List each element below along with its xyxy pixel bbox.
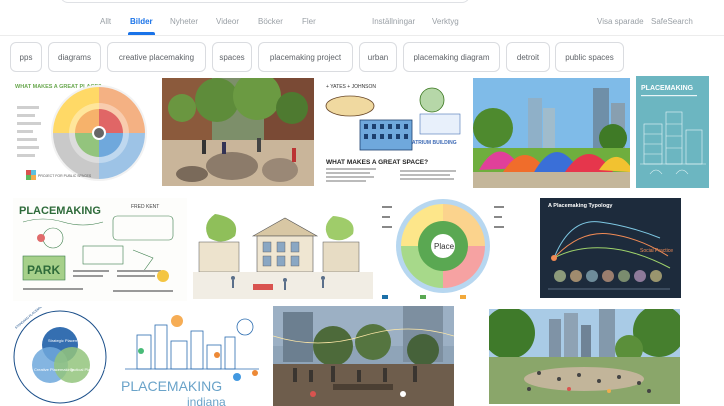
typology-label: Social Practice: [640, 248, 673, 254]
wheel-diagram-image: WHAT MAKES A GREAT PLACE? PROJECT FOR PU…: [15, 84, 147, 181]
wheel-brand: PROJECT FOR PUBLIC SPACES: [38, 174, 92, 178]
result-graphic-recording[interactable]: PLACEMAKING FRED KENT PARK: [13, 198, 187, 301]
tabs-divider: [0, 35, 724, 36]
recording-author: FRED KENT: [131, 204, 159, 210]
tab-videos[interactable]: Videor: [216, 17, 239, 35]
chip-urban[interactable]: urban: [359, 42, 397, 72]
venn-diagram-image: STANDARD PLACEMAKING Strategic Placemaki…: [10, 307, 110, 406]
sketch-notes-image: + YATES + JOHNSON ATRIUM BUILDING WHAT M…: [320, 78, 467, 188]
chip-public-spaces[interactable]: public spaces: [555, 42, 624, 72]
venn-b: Creative Placemaking: [34, 367, 73, 372]
search-box-edge[interactable]: [60, 0, 470, 3]
typology-image: A Placemaking Typology Social Practice: [540, 198, 681, 298]
result-placemaking-indiana[interactable]: PLACEMAKING indiana: [117, 307, 267, 406]
top-navigation: Allt Bilder Nyheter Videor Böcker Fler I…: [0, 0, 724, 36]
result-place-diagram[interactable]: Place: [380, 196, 506, 302]
tab-all[interactable]: Allt: [100, 17, 111, 35]
indiana-word1: PLACEMAKING: [121, 378, 222, 394]
tab-images[interactable]: Bilder: [128, 17, 155, 35]
result-typology[interactable]: A Placemaking Typology Social Practice: [540, 198, 681, 298]
recording-park: PARK: [27, 263, 60, 277]
book-cover-image: PLACEMAKING: [636, 76, 709, 188]
result-sketch-notes[interactable]: + YATES + JOHNSON ATRIUM BUILDING WHAT M…: [320, 78, 467, 188]
typology-title: A Placemaking Typology: [548, 203, 613, 209]
chip-pps[interactable]: pps: [10, 42, 42, 72]
result-street-sketch[interactable]: [193, 196, 373, 299]
chip-detroit[interactable]: detroit: [506, 42, 550, 72]
result-pavilion-photo[interactable]: [473, 78, 630, 188]
place-diagram-image: Place: [380, 196, 506, 302]
chip-placemaking-diagram[interactable]: placemaking diagram: [403, 42, 500, 72]
chip-spaces[interactable]: spaces: [212, 42, 252, 72]
chip-diagrams[interactable]: diagrams: [48, 42, 101, 72]
recording-title: PLACEMAKING: [19, 205, 101, 217]
graphic-recording-image: PLACEMAKING FRED KENT PARK: [13, 198, 187, 301]
sketch-tag: ATRIUM BUILDING: [412, 140, 457, 146]
result-placemaking-book[interactable]: PLACEMAKING: [636, 76, 709, 188]
result-plaza-photo[interactable]: [162, 78, 314, 186]
sketch-header: + YATES + JOHNSON: [326, 84, 376, 90]
chip-placemaking-project[interactable]: placemaking project: [258, 42, 353, 72]
pavilion-photo-image: [473, 78, 630, 188]
result-night-plaza-photo[interactable]: [273, 306, 454, 406]
tab-news[interactable]: Nyheter: [170, 17, 198, 35]
result-wheel-diagram[interactable]: WHAT MAKES A GREAT PLACE? PROJECT FOR PU…: [13, 78, 156, 186]
place-center-label: Place: [434, 242, 455, 251]
result-venn-diagram[interactable]: STANDARD PLACEMAKING Strategic Placemaki…: [10, 307, 110, 406]
night-plaza-image: [273, 306, 454, 406]
indiana-word2: indiana: [187, 395, 226, 406]
chip-creative-placemaking[interactable]: creative placemaking: [107, 42, 206, 72]
tab-tools[interactable]: Verktyg: [432, 17, 459, 35]
book-title: PLACEMAKING: [641, 85, 694, 92]
street-sketch-image: [193, 196, 373, 299]
result-park-photo[interactable]: [489, 309, 680, 404]
venn-a: Strategic Placemaking: [48, 338, 88, 343]
related-searches-bar: pps diagrams creative placemaking spaces…: [0, 42, 724, 74]
sketch-title: WHAT MAKES A GREAT SPACE?: [326, 159, 428, 166]
saved-link[interactable]: Visa sparade: [597, 17, 644, 26]
indiana-logo-image: PLACEMAKING indiana: [117, 307, 267, 406]
tab-books[interactable]: Böcker: [258, 17, 283, 35]
venn-c: Tactical Placemaking: [70, 367, 107, 372]
tab-settings[interactable]: Inställningar: [372, 17, 415, 35]
plaza-photo-image: [162, 78, 314, 186]
park-photo-image: [489, 309, 680, 404]
safesearch-link[interactable]: SafeSearch: [651, 17, 693, 26]
tab-more[interactable]: Fler: [302, 17, 316, 35]
